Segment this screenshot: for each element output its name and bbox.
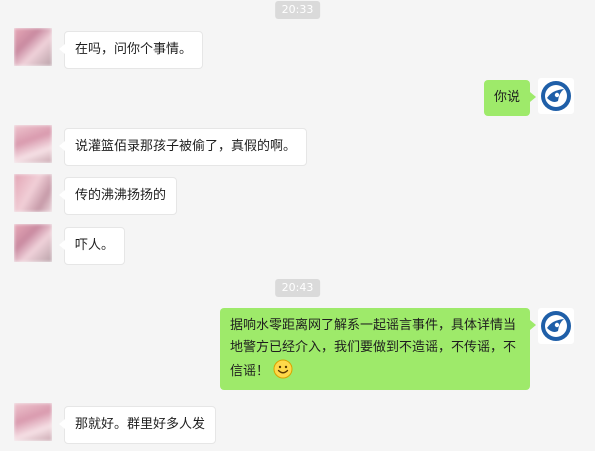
contact-avatar[interactable] — [14, 125, 52, 163]
message-bubble-outgoing: 据响水零距离网了解系一起谣言事件，具体详情当地警方已经介入，我们要做到不造谣，不… — [220, 308, 536, 390]
contact-avatar[interactable] — [14, 28, 52, 66]
timestamp: 20:43 — [274, 279, 321, 297]
message-bubble-incoming: 那就好。群里好多人发 — [58, 406, 217, 444]
smile-emoji-icon — [273, 359, 293, 379]
contact-avatar[interactable] — [14, 224, 52, 262]
message-bubble-incoming: 在吗，问你个事情。 — [58, 31, 204, 69]
chat-window: 20:33 在吗，问你个事情。 你说 说灌篮佰录那孩子被偷了，真假的啊。 传的沸… — [0, 0, 595, 451]
message-bubble-outgoing: 你说 — [483, 80, 537, 116]
message-bubble-incoming: 传的沸沸扬扬的 — [58, 177, 178, 215]
my-avatar[interactable] — [538, 78, 574, 114]
contact-avatar[interactable] — [14, 403, 52, 441]
my-avatar[interactable] — [538, 308, 574, 344]
timestamp: 20:33 — [274, 1, 321, 19]
message-bubble-incoming: 说灌篮佰录那孩子被偷了，真假的啊。 — [58, 128, 308, 166]
contact-avatar[interactable] — [14, 174, 52, 212]
message-bubble-incoming: 吓人。 — [58, 227, 126, 265]
